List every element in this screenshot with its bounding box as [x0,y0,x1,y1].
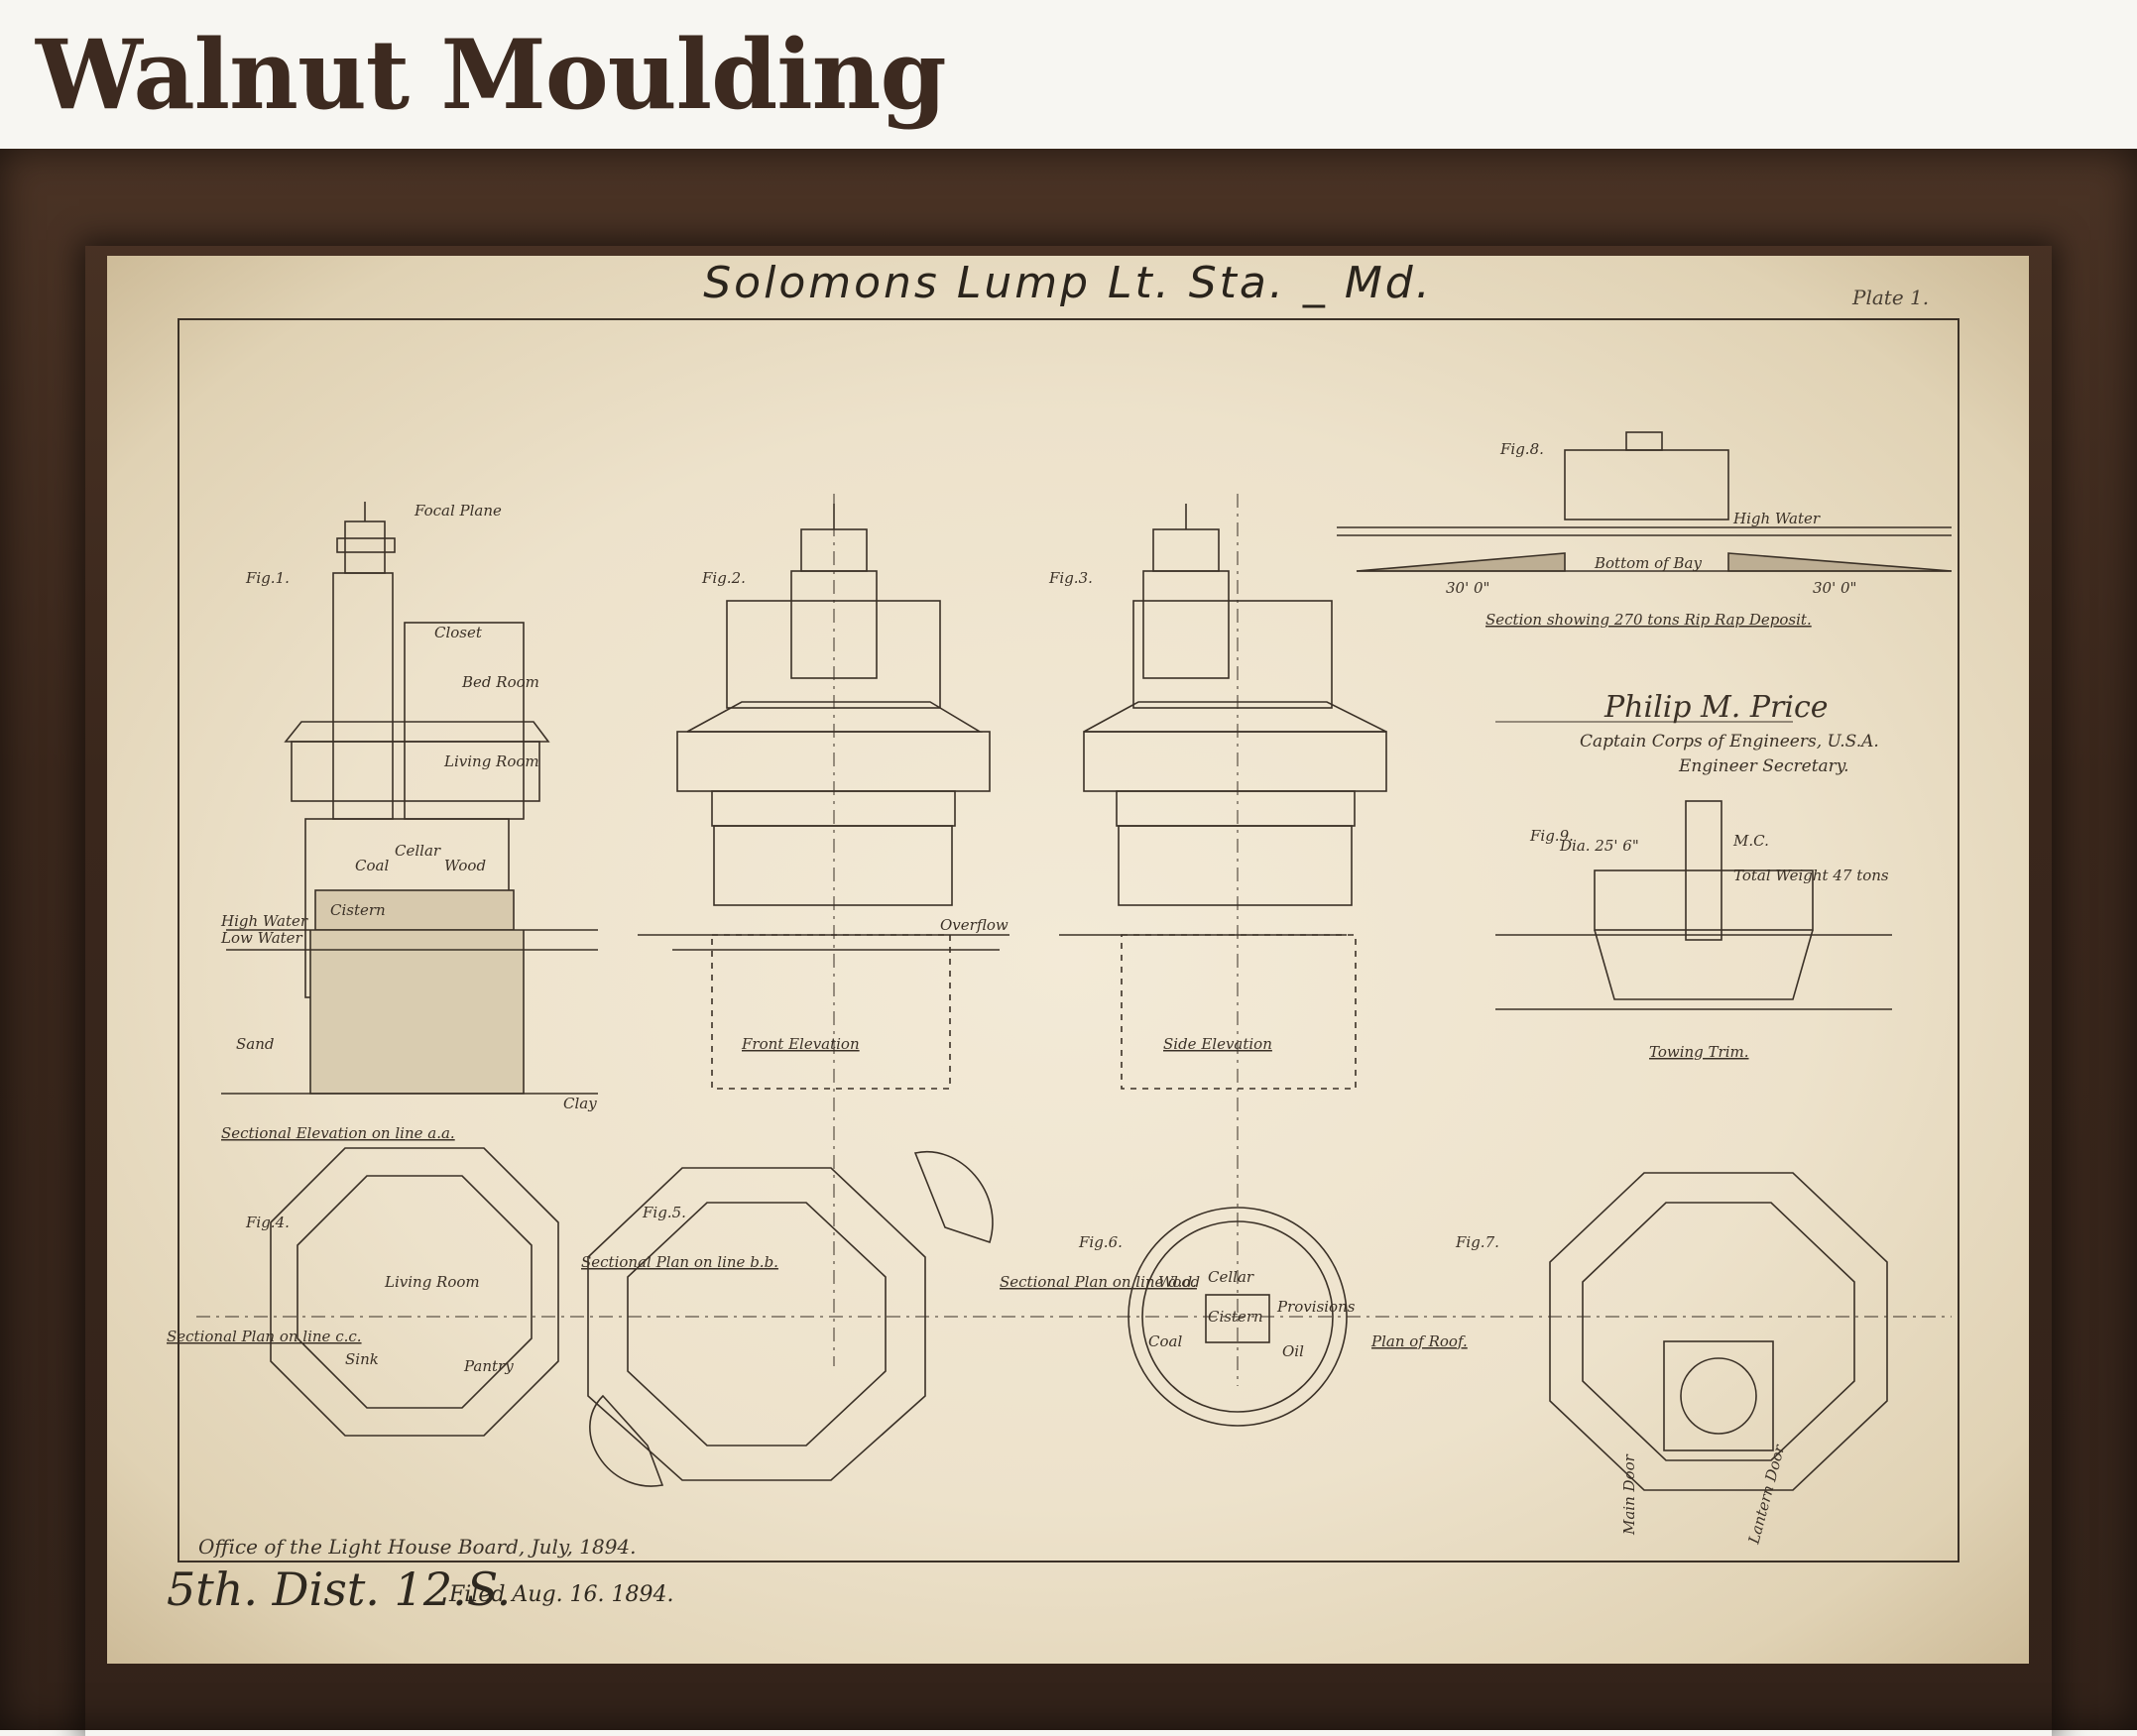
fig5-label: Fig.5. [642,1204,686,1221]
fig6-label: Fig.6. [1078,1233,1123,1251]
low-water-label: Low Water [220,929,303,947]
sink-label: Sink [345,1350,379,1368]
filed-note: Filed Aug. 16. 1894. [449,1582,674,1607]
living-room-label: Living Room [443,752,539,770]
clay-label: Clay [563,1095,597,1112]
cellar-plan-label: Cellar [1208,1268,1254,1286]
focal-plane-label: Focal Plane [414,502,502,520]
fig8-label: Fig.8. [1499,440,1544,458]
caption-sectional-elevation: Sectional Elevation on line a.a. [221,1124,455,1142]
caption-rip-rap: Section showing 270 tons Rip Rap Deposit… [1485,611,1812,629]
fig7-label: Fig.7. [1455,1233,1499,1251]
office-note: Office of the Light House Board, July, 1… [198,1535,637,1559]
caption-plan-roof: Plan of Roof. [1370,1332,1468,1350]
fig1-drawing [221,502,598,1095]
pantry-label: Pantry [463,1357,514,1375]
dia-label: Dia. 25' 6" [1559,837,1639,855]
total-weight-label: Total Weight 47 tons [1733,867,1889,884]
fig7-drawing [1549,1172,1888,1491]
fig8-drawing [1337,431,1953,572]
fig1-label: Fig.1. [245,569,290,587]
coal-label: Coal [355,857,389,874]
product-title: Walnut Moulding [36,19,947,131]
fig4-label: Fig.4. [245,1214,290,1231]
fig5-drawing [587,1167,926,1481]
signature-title-2: Engineer Secretary. [1678,756,1849,776]
dim-right-label: 30' 0" [1813,579,1856,597]
mc-label: M.C. [1732,832,1769,850]
oil-label: Oil [1282,1342,1304,1360]
fig2-label: Fig.2. [701,569,746,587]
caption-towing-trim: Towing Trim. [1649,1043,1749,1061]
fig3-label: Fig.3. [1048,569,1093,587]
signature-title-1: Captain Corps of Engineers, U.S.A. [1580,732,1879,752]
cellar-label: Cellar [395,842,441,860]
high-water-fig8-label: High Water [1732,510,1821,527]
fig3-drawing [1059,494,1387,1386]
living-room-plan-label: Living Room [384,1273,480,1291]
caption-plan-dd: Sectional Plan on line d.d. [1000,1273,1197,1291]
caption-side-elevation: Side Elevation [1163,1035,1272,1053]
wood-label: Wood [444,857,486,874]
cistern-label: Cistern [330,901,386,919]
page-header: Walnut Moulding [0,0,2137,149]
sand-label: Sand [236,1035,274,1053]
coal-plan-label: Coal [1148,1332,1182,1350]
main-door-label: Main Door [1620,1453,1638,1536]
drawing-canvas: Fig.1. Fig.2. Fig.3. Fig.4. Fig.5. Fig.6… [167,318,1959,1562]
lantern-door-label: Lantern Door [1744,1443,1788,1547]
caption-plan-bb: Sectional Plan on line b.b. [581,1253,778,1271]
blueprint-print: Solomons Lump Lt. Sta. _ Md. Plate 1. Fi… [107,256,2029,1664]
caption-plan-cc: Sectional Plan on line c.c. [167,1328,362,1345]
caption-front-elevation: Front Elevation [741,1035,860,1053]
overflow-label: Overflow [940,916,1009,934]
provisions-label: Provisions [1276,1298,1356,1316]
closet-label: Closet [434,624,483,641]
bed-room-label: Bed Room [461,673,539,691]
cistern-plan-label: Cistern [1208,1308,1263,1326]
fig4-drawing [270,1147,559,1437]
signature-name: Philip M. Price [1603,690,1829,725]
high-water-label: High Water [220,912,308,930]
bottom-of-bay-label: Bottom of Bay [1594,554,1702,572]
dim-left-label: 30' 0" [1446,579,1489,597]
